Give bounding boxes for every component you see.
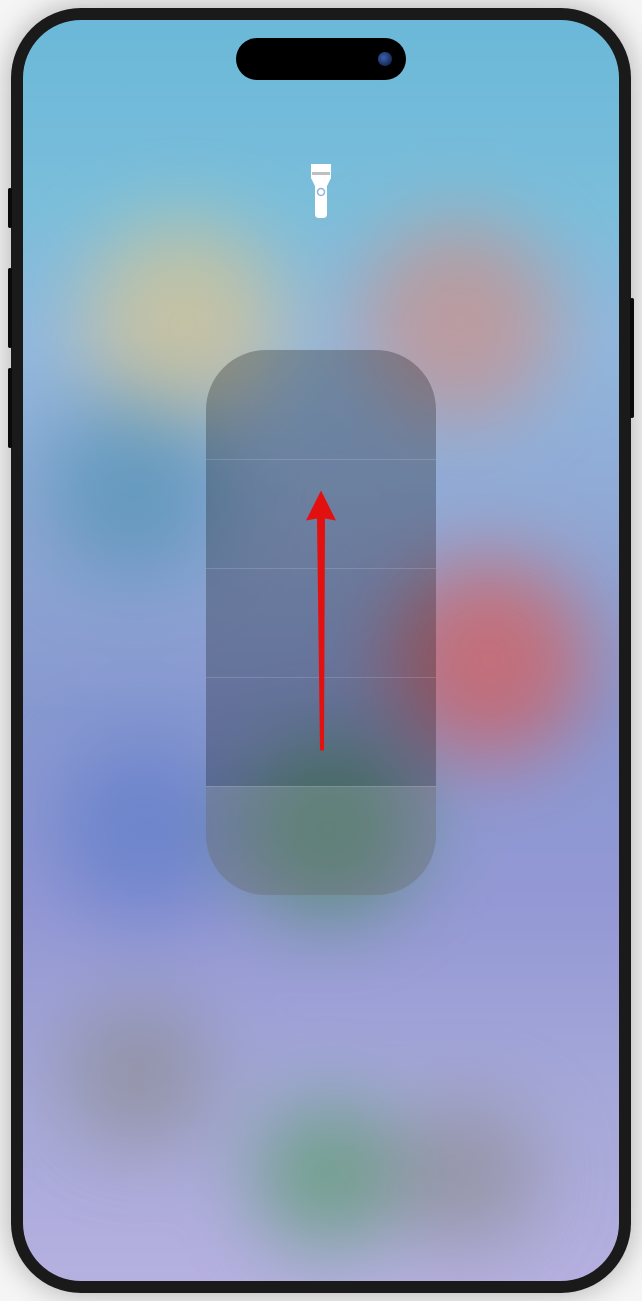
iphone-device-frame [11,8,631,1293]
volume-up-button [8,268,12,348]
slider-tick [206,677,436,678]
slider-tick [206,568,436,569]
phone-screen [23,20,619,1281]
silence-switch [8,188,12,228]
front-camera [378,52,392,66]
flashlight-icon [301,160,341,220]
flashlight-brightness-slider[interactable] [206,350,436,895]
power-button [630,298,634,418]
swipe-up-arrow-annotation [296,480,346,765]
dynamic-island [236,38,406,80]
slider-tick [206,459,436,460]
volume-down-button [8,368,12,448]
slider-fill-level [206,786,436,895]
